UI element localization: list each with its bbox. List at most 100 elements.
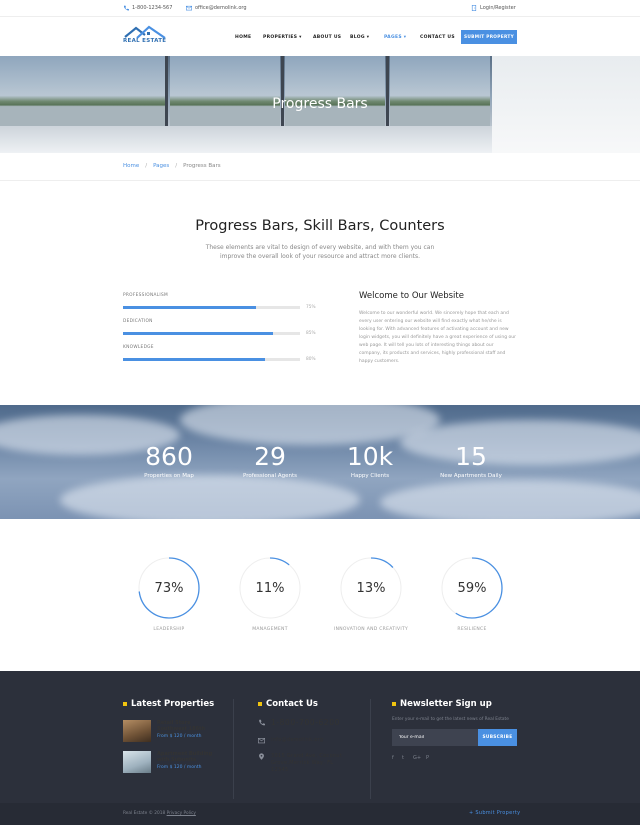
counter: 29 Professional Agents [220, 442, 320, 480]
login-icon [471, 5, 477, 11]
nav-contact-us[interactable]: CONTACT US [420, 35, 455, 40]
title-marker-icon [258, 702, 262, 706]
footer-newsletter-title-text: Newsletter Sign up [400, 699, 492, 709]
footer-latest-title: Latest Properties [123, 699, 214, 709]
nav-blog-label: BLOG [350, 35, 365, 40]
progress-label: DEDICATION [123, 319, 153, 324]
subscribe-button[interactable]: SUBSCRIBE [478, 729, 517, 746]
login-register-text: Login/Register [480, 5, 516, 11]
footer-newsletter-title: Newsletter Sign up [392, 699, 492, 709]
property-price: From $ 120 / month [157, 765, 202, 770]
topbar-email-text: office@demolink.org [195, 5, 247, 11]
progress-value: 85% [306, 331, 316, 336]
chevron-down-icon: ▾ [403, 35, 407, 40]
submit-property-button[interactable]: SUBMIT PROPERTY [461, 30, 517, 44]
progress-value: 75% [306, 305, 316, 310]
footer-latest-title-text: Latest Properties [131, 699, 215, 709]
page-title: Progress Bars [272, 96, 368, 112]
topbar-email[interactable]: office@demolink.org [186, 5, 247, 11]
nav-properties-label: PROPERTIES [263, 35, 298, 40]
mail-icon [258, 738, 265, 744]
copyright-text: Real Estate © 2018 [123, 811, 166, 816]
title-marker-icon [392, 702, 396, 706]
nav-properties[interactable]: PROPERTIES ▾ [263, 35, 302, 40]
privacy-policy-link[interactable]: Privacy Policy [167, 811, 196, 816]
breadcrumb-current: Progress Bars [183, 163, 221, 169]
sky-cloud [60, 475, 360, 519]
footer-submit-property-link[interactable]: + Submit Property [469, 810, 520, 816]
section-subtitle: These elements are vital to design of ev… [205, 244, 435, 260]
counters-section: 860 Properties on Map 29 Professional Ag… [0, 405, 640, 519]
title-marker-icon [123, 702, 127, 706]
footer-divider [370, 699, 371, 799]
facebook-icon[interactable]: f [392, 755, 394, 761]
hero-window-frame [165, 56, 168, 131]
google-plus-icon[interactable]: G+ [413, 755, 421, 761]
circle-value: 13% [356, 580, 386, 596]
breadcrumb-separator: / [145, 163, 148, 169]
footer: Latest Properties Contact Us Newsletter … [0, 671, 640, 825]
progress-label: PROFESSIONALISM [123, 293, 168, 298]
circle-label: RESILIENCE [457, 627, 487, 632]
footer-address: 3015 Grand Ave, Coconut Grove,Merrick Wa… [258, 753, 351, 774]
circle-value: 59% [457, 580, 487, 596]
footer-phone[interactable]: 1-800-700-6200 [258, 719, 340, 726]
divider [0, 180, 640, 181]
newsletter-text: Enter your e-mail to get the latest news… [392, 717, 509, 722]
map-pin-icon [259, 753, 264, 760]
counter-label: New Apartments Daily [440, 473, 502, 479]
chevron-down-icon: ▾ [299, 35, 302, 40]
counter-label: Professional Agents [243, 473, 297, 479]
footer-contact-title: Contact Us [258, 699, 318, 709]
circle-progress: 13% [339, 556, 403, 620]
progress-track [123, 306, 300, 309]
mail-icon [186, 5, 192, 11]
property-thumbnail[interactable] [123, 751, 151, 773]
logo-text: REAL ESTATE [123, 38, 167, 44]
property-thumbnail[interactable] [123, 720, 151, 742]
property-price: From $ 120 / month [157, 734, 202, 739]
nav-pages[interactable]: PAGES ▾ [384, 35, 406, 40]
hero-window-frame [386, 56, 389, 131]
breadcrumb: Home / Pages / Progress Bars [123, 163, 221, 169]
footer-phone-text: 1-800-700-6200 [271, 718, 341, 727]
hero-window [285, 56, 385, 128]
counter: 10k Happy Clients [320, 443, 420, 480]
breadcrumb-home[interactable]: Home [123, 163, 139, 169]
top-bar: 1-800-1234-567 office@demolink.org Login… [0, 0, 640, 16]
nav-home[interactable]: HOME [235, 35, 251, 40]
nav-blog[interactable]: BLOG ▾ [350, 35, 369, 40]
copyright: Real Estate © 2018 Privacy Policy [123, 811, 196, 816]
circle-progress: 59% [440, 556, 504, 620]
hero-window [0, 56, 165, 128]
topbar-phone-text: 1-800-1234-567 [132, 5, 173, 11]
property-name[interactable]: Apartment Building with Subunits [157, 751, 219, 763]
progress-track [123, 332, 300, 335]
breadcrumb-pages[interactable]: Pages [153, 163, 169, 169]
hero-window-frame [281, 56, 284, 131]
twitter-icon[interactable]: t [402, 755, 404, 761]
counter-label: Happy Clients [350, 473, 390, 479]
phone-icon [123, 5, 129, 11]
breadcrumb-separator: / [175, 163, 178, 169]
header: REAL ESTATE HOME PROPERTIES ▾ ABOUT US B… [0, 16, 640, 56]
nav-pages-label: PAGES [384, 35, 402, 40]
counter: 15 New Apartments Daily [421, 443, 521, 480]
welcome-title: Welcome to Our Website [359, 291, 464, 301]
footer-email[interactable]: info@demolink.org [258, 737, 323, 744]
circle-progress: 73% [137, 556, 201, 620]
newsletter-email-input[interactable] [392, 729, 478, 746]
topbar-phone[interactable]: 1-800-1234-567 [123, 5, 172, 11]
progress-fill [123, 332, 274, 335]
circle-value: 11% [255, 580, 285, 596]
counter-number: 29 [254, 442, 286, 471]
section-title: Progress Bars, Skill Bars, Counters [195, 218, 445, 234]
login-register-link[interactable]: Login/Register [471, 5, 516, 11]
circle-progress: 11% [238, 556, 302, 620]
pinterest-icon[interactable]: P [426, 755, 429, 761]
nav-about-us[interactable]: ABOUT US [313, 35, 341, 40]
counter-number: 860 [145, 442, 193, 471]
hero-window [390, 56, 490, 128]
progress-fill [123, 306, 256, 309]
progress-value: 80% [306, 357, 316, 362]
